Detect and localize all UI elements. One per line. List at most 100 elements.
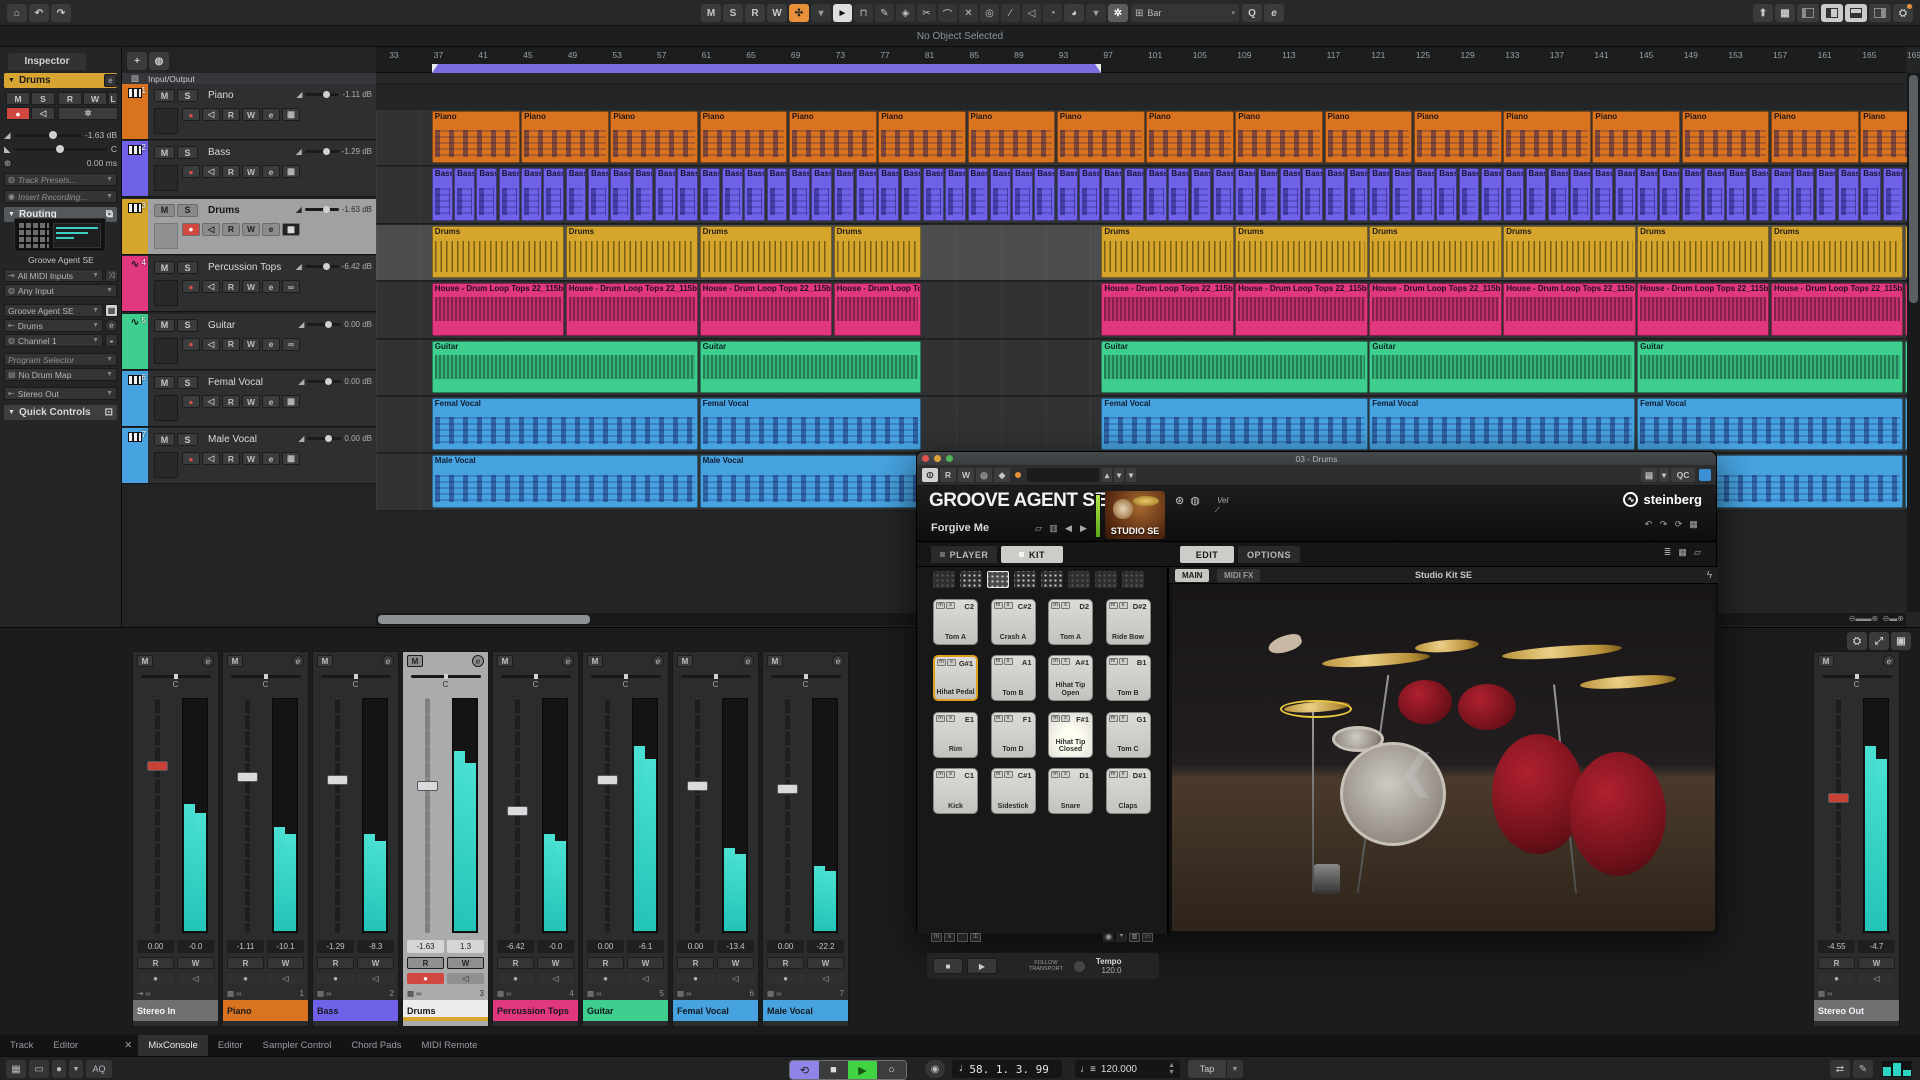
vertical-scrollbar[interactable]	[1907, 73, 1920, 612]
track-solo-button[interactable]: S	[177, 146, 198, 159]
clip-bass[interactable]: Bass	[1637, 168, 1658, 220]
pad-rim[interactable]: msE1Rim	[933, 712, 978, 758]
lane-percussion-tops[interactable]: House - Drum Loop Tops 22_115bpm_WTLHous…	[376, 282, 1906, 338]
lowerzone-tab-chord-pads[interactable]: Chord Pads	[341, 1035, 411, 1056]
pad-tom-b[interactable]: msA1Tom B	[991, 655, 1036, 701]
track-record-button[interactable]: ●	[182, 395, 200, 408]
track-write-button[interactable]: W	[242, 223, 260, 236]
fader-cap[interactable]	[327, 775, 348, 785]
qc-toggle-button[interactable]: QC	[1671, 468, 1695, 482]
track-mute-button[interactable]: M	[154, 376, 175, 389]
strip-volume-value[interactable]: 0.00	[137, 940, 174, 953]
lowerzone-tab-editor[interactable]: Editor	[208, 1035, 253, 1056]
punch-icon[interactable]: ◉	[925, 1060, 945, 1078]
pan-slider[interactable]	[231, 675, 301, 678]
plugin-sidechain-icon[interactable]: ◆	[994, 468, 1010, 482]
tool-glue-icon[interactable]: ⌒	[938, 4, 957, 22]
strip-edit-button[interactable]: e	[292, 655, 304, 667]
left-zone-toggle[interactable]	[1797, 4, 1819, 22]
jam-mode-icon[interactable]: ◉	[1103, 933, 1114, 942]
pad-solo-mini[interactable]: s	[947, 659, 956, 666]
pad-snare[interactable]: msD1Snare	[1048, 768, 1093, 814]
strip-record-button[interactable]: ●	[767, 973, 804, 984]
track-write-button[interactable]: W	[242, 338, 260, 351]
track-monitor-button[interactable]: ◁	[202, 338, 220, 351]
strip-read-button[interactable]: R	[407, 957, 444, 969]
strip-monitor-button[interactable]: ◁	[357, 973, 394, 984]
track-keys-button[interactable]: ▦	[282, 108, 300, 121]
clip-bass[interactable]: Bass	[1459, 168, 1480, 220]
track-solo-button[interactable]: S	[177, 204, 198, 217]
strip-monitor-button[interactable]: ◁	[627, 973, 664, 984]
dot-icon[interactable]: ●	[52, 1060, 66, 1078]
clip-bass[interactable]: Bass	[633, 168, 654, 220]
tap-tempo-button[interactable]: Tap	[1188, 1060, 1226, 1078]
track-keys-button[interactable]: ▦	[282, 395, 300, 408]
kick-pedal-icon[interactable]	[1314, 864, 1340, 894]
clip-drums[interactable]: Drums	[432, 226, 564, 278]
stop-button[interactable]: ■	[819, 1061, 848, 1079]
kit-folder-icon[interactable]: ▱	[1691, 546, 1704, 559]
pattern-knob[interactable]	[1073, 960, 1086, 973]
monitor-button[interactable]: ◁	[31, 107, 55, 120]
automation-r-button[interactable]: R	[745, 4, 765, 22]
strip-name[interactable]: Piano	[223, 1000, 308, 1021]
track-image-box[interactable]	[154, 165, 178, 191]
pattern-play-button[interactable]: ▶	[967, 958, 997, 974]
strip-peak-value[interactable]: 1.3	[447, 940, 484, 953]
redo-icon[interactable]: ↷	[51, 4, 71, 22]
track-volume-slider[interactable]	[305, 150, 339, 153]
onscreen-keyboard-icon[interactable]: ▦	[6, 1060, 26, 1078]
track-volume-slider[interactable]	[307, 380, 341, 383]
strip-volume-value[interactable]: -1.11	[227, 940, 264, 953]
clip-bass[interactable]: Bass	[1347, 168, 1368, 220]
tool-zoom-icon[interactable]: ◎	[980, 4, 999, 22]
lowerzone-tab-sampler-control[interactable]: Sampler Control	[253, 1035, 342, 1056]
clip-drums[interactable]: Drums	[1235, 226, 1367, 278]
clip-piano[interactable]: Piano	[878, 111, 966, 163]
clip-bass[interactable]: Bass	[1659, 168, 1680, 220]
track-header-piano[interactable]: 1MSPiano◢-1.11 dB●◁RWe▦	[122, 84, 376, 140]
clip-piano[interactable]: Piano	[610, 111, 698, 163]
lowerzone-tab-mixconsole[interactable]: MixConsole	[138, 1035, 208, 1056]
pad-mute-mini[interactable]: m	[936, 602, 945, 609]
strip-monitor-button[interactable]: ◁	[717, 973, 754, 984]
strip-volume-value[interactable]: -1.29	[317, 940, 354, 953]
clip-piano[interactable]: Piano	[1503, 111, 1591, 163]
strip-read-button[interactable]: R	[317, 957, 354, 969]
solo-button[interactable]: S	[31, 92, 55, 105]
tab-options[interactable]: OPTIONS	[1238, 546, 1300, 563]
clip-bass[interactable]: Bass	[1436, 168, 1457, 220]
strip-monitor-button[interactable]: ◁	[537, 973, 574, 984]
fader-cap[interactable]	[777, 784, 798, 794]
lane-drums[interactable]: DrumsDrumsDrumsDrumsDrumsDrumsDrumsDrums…	[376, 225, 1906, 281]
lowerzone-tab-midi-remote[interactable]: MIDI Remote	[411, 1035, 487, 1056]
folder-track-input-output[interactable]: ▧ Input/Output	[122, 73, 376, 84]
strip-write-button[interactable]: W	[717, 957, 754, 969]
folder-icon[interactable]: ▱	[1032, 522, 1045, 535]
track-record-button[interactable]: ●	[182, 108, 200, 121]
pad-tom-b[interactable]: msB1Tom B	[1106, 655, 1151, 701]
autoscroll-caret-icon[interactable]: ▾	[811, 4, 831, 22]
preset-menu-icon[interactable]: ▾	[1126, 468, 1136, 482]
strip-read-button[interactable]: R	[677, 957, 714, 969]
clip-femal-vocal[interactable]: Femal Vocal	[432, 398, 698, 450]
mixer-strip-piano[interactable]: MeC-1.11-10.1RW●◁▦ ∞1Piano	[222, 651, 309, 1027]
setup-toolbar-icon[interactable]: ⛭	[1893, 4, 1913, 22]
strip-mute-button[interactable]: M	[497, 655, 513, 667]
track-image-box[interactable]	[154, 338, 178, 364]
pad-mute-mini[interactable]: m	[994, 715, 1003, 722]
track-keys-button[interactable]: ▦	[282, 223, 300, 236]
cycle-button[interactable]: ⟲	[790, 1061, 819, 1079]
clip-piano[interactable]: Piano	[521, 111, 609, 163]
pad-hihat-pedal[interactable]: msG#1Hihat Pedal	[933, 655, 978, 701]
track-monitor-button[interactable]: ◁	[202, 108, 220, 121]
track-read-button[interactable]: R	[222, 223, 240, 236]
track-write-button[interactable]: W	[242, 452, 260, 465]
splash-cymbal-icon[interactable]	[1415, 638, 1480, 654]
mixer-strip-femal-vocal[interactable]: MeC0.00-13.4RW●◁▦ ∞6Femal Vocal	[672, 651, 759, 1027]
strip-record-button[interactable]: ●	[227, 973, 264, 984]
color-tool-button[interactable]: ◕	[1064, 4, 1084, 22]
automation-s-button[interactable]: S	[723, 4, 743, 22]
clip-bass[interactable]: Bass	[767, 168, 788, 220]
